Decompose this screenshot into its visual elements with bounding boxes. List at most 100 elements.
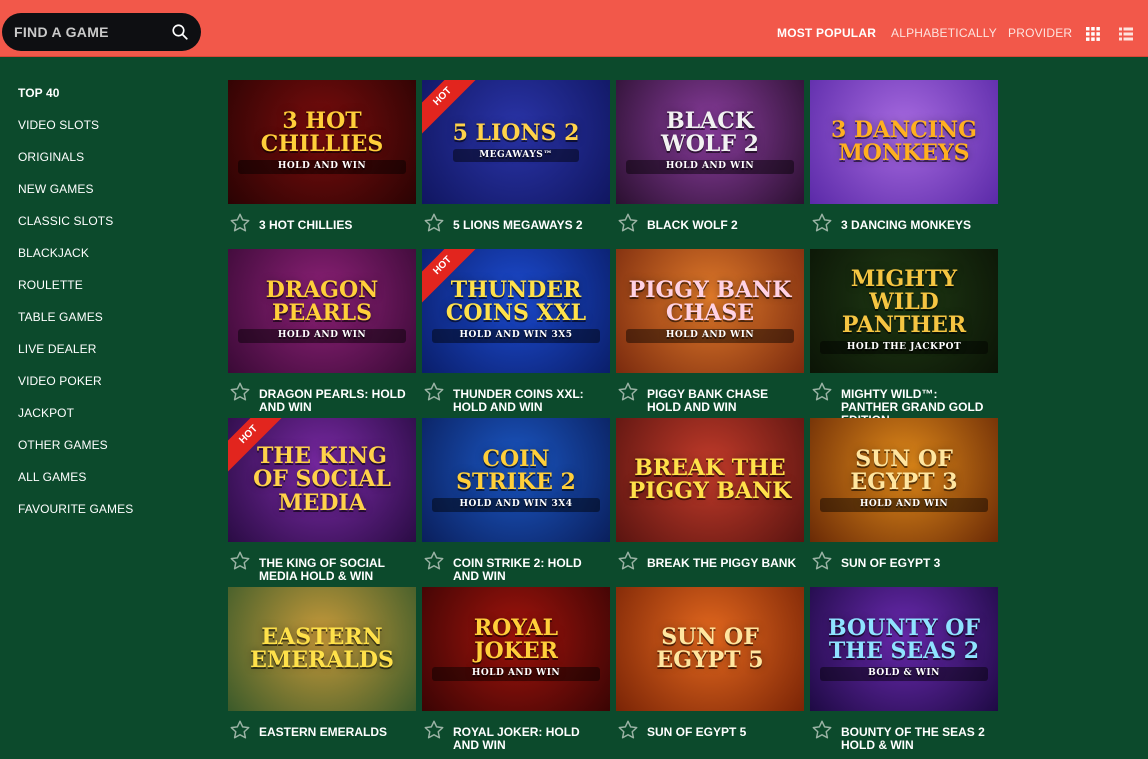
- sidebar-item-favourite-games[interactable]: FAVOURITE GAMES: [18, 502, 198, 534]
- game-thumbnail[interactable]: COIN STRIKE 2 HOLD AND WIN 3X4: [422, 418, 610, 542]
- game-card[interactable]: BLACK WOLF 2 HOLD AND WIN BLACK WOLF 2: [616, 80, 804, 248]
- top-bar: MOST POPULAR ALPHABETICALLY PROVIDER: [0, 0, 1148, 57]
- sidebar-item-new-games[interactable]: NEW GAMES: [18, 182, 198, 214]
- game-title[interactable]: BOUNTY OF THE SEAS 2 HOLD & WIN: [841, 726, 991, 752]
- game-logo-text: DRAGON PEARLS: [265, 277, 379, 327]
- favourite-star-icon[interactable]: [811, 212, 833, 234]
- favourite-star-icon[interactable]: [811, 719, 833, 741]
- game-logo-subtitle: MEGAWAYS™: [452, 148, 580, 163]
- game-card[interactable]: DRAGON PEARLS HOLD AND WIN DRAGON PEARLS: …: [228, 249, 416, 417]
- sidebar-item-jackpot[interactable]: JACKPOT: [18, 406, 198, 438]
- game-thumbnail[interactable]: EASTERN EMERALDS: [228, 587, 416, 711]
- game-logo-subtitle: HOLD AND WIN 3X5: [432, 329, 600, 343]
- search-input[interactable]: [14, 24, 164, 40]
- game-thumbnail[interactable]: BLACK WOLF 2 HOLD AND WIN: [616, 80, 804, 204]
- search-box[interactable]: [2, 13, 201, 51]
- game-thumbnail[interactable]: 3 HOT CHILLIES HOLD AND WIN: [228, 80, 416, 204]
- game-thumbnail[interactable]: MIGHTY WILD PANTHER HOLD THE JACKPOT: [810, 249, 998, 373]
- game-card[interactable]: 3 DANCING MONKEYS 3 DANCING MONKEYS: [810, 80, 998, 248]
- game-card[interactable]: 3 HOT CHILLIES HOLD AND WIN 3 HOT CHILLIES: [228, 80, 416, 248]
- game-title[interactable]: SUN OF EGYPT 5: [647, 726, 797, 739]
- sort-most-popular[interactable]: MOST POPULAR: [777, 26, 876, 40]
- sort-provider[interactable]: PROVIDER: [1008, 26, 1072, 40]
- game-title[interactable]: DRAGON PEARLS: HOLD AND WIN: [259, 388, 409, 414]
- game-meta: SUN OF EGYPT 3: [810, 550, 998, 586]
- game-thumbnail[interactable]: 5 LIONS 2 MEGAWAYS™ HOT: [422, 80, 610, 204]
- favourite-star-icon[interactable]: [617, 212, 639, 234]
- sort-alphabetically[interactable]: ALPHABETICALLY: [891, 26, 997, 40]
- game-title[interactable]: SUN OF EGYPT 3: [841, 557, 991, 570]
- search-icon[interactable]: [171, 23, 189, 41]
- game-thumbnail[interactable]: SUN OF EGYPT 5: [616, 587, 804, 711]
- sidebar-item-other-games[interactable]: OTHER GAMES: [18, 438, 198, 470]
- game-logo-art: THUNDER COINS XXL HOLD AND WIN 3X5: [422, 279, 610, 343]
- favourite-star-icon[interactable]: [811, 381, 833, 403]
- sidebar-item-video-slots[interactable]: VIDEO SLOTS: [18, 118, 198, 150]
- game-title[interactable]: 3 HOT CHILLIES: [259, 219, 409, 232]
- favourite-star-icon[interactable]: [617, 719, 639, 741]
- game-card[interactable]: SUN OF EGYPT 5 SUN OF EGYPT 5: [616, 587, 804, 755]
- game-card[interactable]: BREAK THE PIGGY BANK BREAK THE PIGGY BANK: [616, 418, 804, 586]
- game-thumbnail[interactable]: ROYAL JOKER HOLD AND WIN: [422, 587, 610, 711]
- grid-view-icon[interactable]: [1086, 27, 1100, 41]
- sidebar-item-table-games[interactable]: TABLE GAMES: [18, 310, 198, 342]
- game-card[interactable]: 5 LIONS 2 MEGAWAYS™ HOT 5 LIONS MEGAWAYS 2: [422, 80, 610, 248]
- favourite-star-icon[interactable]: [229, 719, 251, 741]
- game-thumbnail[interactable]: PIGGY BANK CHASE HOLD AND WIN: [616, 249, 804, 373]
- favourite-star-icon[interactable]: [423, 212, 445, 234]
- sidebar-item-all-games[interactable]: ALL GAMES: [18, 470, 198, 502]
- game-card[interactable]: SUN OF EGYPT 3 HOLD AND WIN SUN OF EGYPT 3: [810, 418, 998, 586]
- game-thumbnail[interactable]: SUN OF EGYPT 3 HOLD AND WIN: [810, 418, 998, 542]
- sidebar-item-live-dealer[interactable]: LIVE DEALER: [18, 342, 198, 374]
- game-thumbnail[interactable]: THUNDER COINS XXL HOLD AND WIN 3X5 HOT: [422, 249, 610, 373]
- game-title[interactable]: BLACK WOLF 2: [647, 219, 797, 232]
- favourite-star-icon[interactable]: [423, 719, 445, 741]
- game-card[interactable]: COIN STRIKE 2 HOLD AND WIN 3X4 COIN STRIKE…: [422, 418, 610, 586]
- favourite-star-icon[interactable]: [229, 550, 251, 572]
- game-logo-art: SUN OF EGYPT 5: [616, 625, 804, 672]
- game-meta: EASTERN EMERALDS: [228, 719, 416, 755]
- sidebar-item-roulette[interactable]: ROULETTE: [18, 278, 198, 310]
- game-title[interactable]: COIN STRIKE 2: HOLD AND WIN: [453, 557, 603, 583]
- game-title[interactable]: ROYAL JOKER: HOLD AND WIN: [453, 726, 603, 752]
- game-card[interactable]: THUNDER COINS XXL HOLD AND WIN 3X5 HOT THUN…: [422, 249, 610, 417]
- game-logo-text: ROYAL JOKER: [473, 615, 559, 665]
- game-title[interactable]: PIGGY BANK CHASE HOLD AND WIN: [647, 388, 797, 414]
- game-thumbnail[interactable]: BOUNTY OF THE SEAS 2 BOLD & WIN: [810, 587, 998, 711]
- game-thumbnail[interactable]: BREAK THE PIGGY BANK: [616, 418, 804, 542]
- game-logo-art: EASTERN EMERALDS: [228, 625, 416, 672]
- favourite-star-icon[interactable]: [617, 550, 639, 572]
- favourite-star-icon[interactable]: [423, 550, 445, 572]
- game-card[interactable]: THE KING OF SOCIAL MEDIA HOT THE KING OF S…: [228, 418, 416, 586]
- game-card[interactable]: BOUNTY OF THE SEAS 2 BOLD & WIN BOUNTY OF …: [810, 587, 998, 755]
- game-thumbnail[interactable]: 3 DANCING MONKEYS: [810, 80, 998, 204]
- game-title[interactable]: 5 LIONS MEGAWAYS 2: [453, 219, 603, 232]
- game-thumbnail[interactable]: THE KING OF SOCIAL MEDIA HOT: [228, 418, 416, 542]
- list-view-icon[interactable]: [1119, 27, 1133, 41]
- game-card[interactable]: MIGHTY WILD PANTHER HOLD THE JACKPOT MIGHT…: [810, 249, 998, 427]
- favourite-star-icon[interactable]: [229, 212, 251, 234]
- game-logo-text: MIGHTY WILD PANTHER: [841, 265, 967, 338]
- game-card[interactable]: ROYAL JOKER HOLD AND WIN ROYAL JOKER: HOLD…: [422, 587, 610, 755]
- sidebar-item-video-poker[interactable]: VIDEO POKER: [18, 374, 198, 406]
- game-logo-art: DRAGON PEARLS HOLD AND WIN: [228, 279, 416, 343]
- game-title[interactable]: EASTERN EMERALDS: [259, 726, 409, 739]
- sidebar-item-classic-slots[interactable]: CLASSIC SLOTS: [18, 214, 198, 246]
- game-logo-art: PIGGY BANK CHASE HOLD AND WIN: [616, 279, 804, 343]
- sidebar-item-top-40[interactable]: TOP 40: [18, 86, 198, 118]
- favourite-star-icon[interactable]: [423, 381, 445, 403]
- game-title[interactable]: THUNDER COINS XXL: HOLD AND WIN: [453, 388, 603, 414]
- game-card[interactable]: EASTERN EMERALDS EASTERN EMERALDS: [228, 587, 416, 755]
- game-card[interactable]: PIGGY BANK CHASE HOLD AND WIN PIGGY BANK C…: [616, 249, 804, 417]
- sidebar-item-originals[interactable]: ORIGINALS: [18, 150, 198, 182]
- game-thumbnail[interactable]: DRAGON PEARLS HOLD AND WIN: [228, 249, 416, 373]
- game-title[interactable]: THE KING OF SOCIAL MEDIA HOLD & WIN: [259, 557, 409, 583]
- game-logo-text: BOUNTY OF THE SEAS 2: [828, 615, 980, 665]
- favourite-star-icon[interactable]: [811, 550, 833, 572]
- favourite-star-icon[interactable]: [229, 381, 251, 403]
- favourite-star-icon[interactable]: [617, 381, 639, 403]
- game-title[interactable]: BREAK THE PIGGY BANK: [647, 557, 797, 570]
- game-title[interactable]: 3 DANCING MONKEYS: [841, 219, 991, 232]
- sidebar-item-blackjack[interactable]: BLACKJACK: [18, 246, 198, 278]
- game-meta: THUNDER COINS XXL: HOLD AND WIN: [422, 381, 610, 417]
